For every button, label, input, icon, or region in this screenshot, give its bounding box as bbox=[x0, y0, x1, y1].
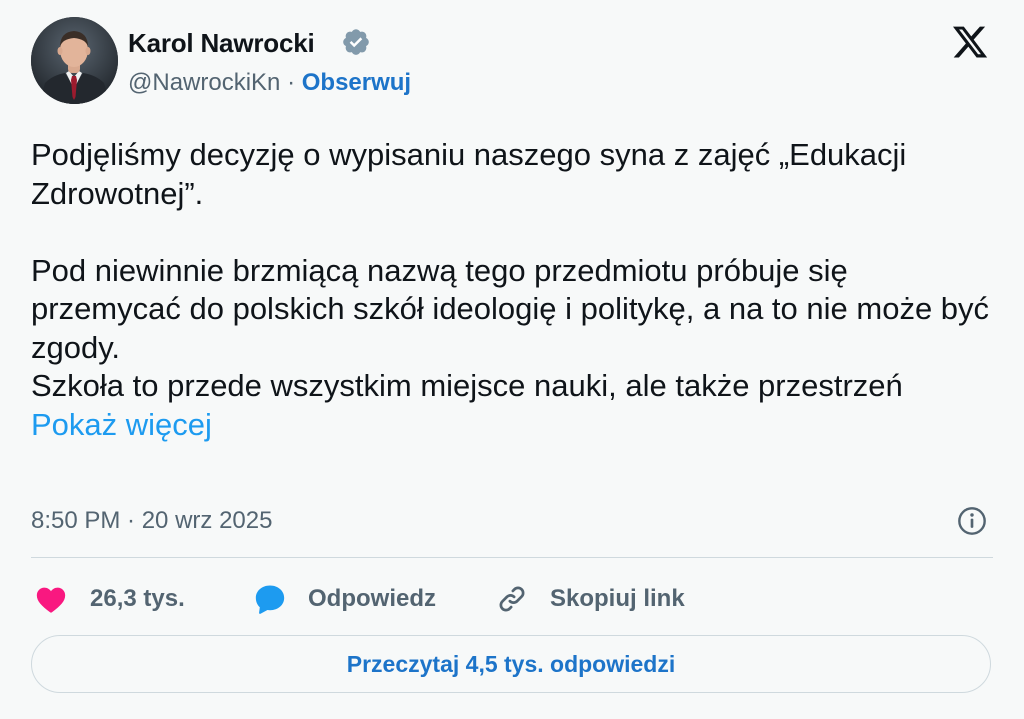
like-button[interactable]: 26,3 tys. bbox=[34, 582, 185, 616]
copy-link-label: Skopiuj link bbox=[550, 585, 685, 612]
heart-icon bbox=[36, 587, 66, 613]
avatar[interactable] bbox=[31, 17, 118, 104]
tweet-embed-card: Karol Nawrocki @NawrockiKn · Obserwuj Po… bbox=[0, 0, 1024, 719]
reply-label: Odpowiedz bbox=[308, 585, 436, 612]
x-logo-icon[interactable] bbox=[950, 23, 990, 61]
tweet-timestamp[interactable]: 8:50 PM · 20 wrz 2025 bbox=[31, 507, 272, 535]
avatar-photo bbox=[31, 17, 118, 104]
author-handle-line: @NawrockiKn · Obserwuj bbox=[128, 69, 411, 97]
verified-badge-icon bbox=[343, 29, 369, 55]
copy-link-button[interactable]: Skopiuj link bbox=[495, 582, 685, 616]
like-count: 26,3 tys. bbox=[90, 585, 185, 612]
handle-separator: · bbox=[280, 69, 302, 96]
speech-bubble-icon bbox=[255, 585, 285, 614]
show-more-link[interactable]: Pokaż więcej bbox=[31, 407, 212, 442]
read-replies-button[interactable]: Przeczytaj 4,5 tys. odpowiedzi bbox=[31, 635, 991, 693]
follow-link[interactable]: Obserwuj bbox=[302, 69, 411, 96]
reply-button[interactable]: Odpowiedz bbox=[253, 582, 436, 616]
info-icon[interactable] bbox=[956, 505, 988, 537]
tweet-paragraph-3-text: Szkoła to przede wszystkim miejsce nauki… bbox=[31, 368, 903, 403]
tweet-text: Podjęliśmy decyzję o wypisaniu naszego s… bbox=[31, 136, 991, 444]
divider bbox=[31, 557, 993, 558]
author-name[interactable]: Karol Nawrocki bbox=[128, 28, 315, 59]
author-handle[interactable]: @NawrockiKn bbox=[128, 69, 280, 96]
tweet-paragraph-2: Pod niewinnie brzmiącą nazwą tego przedm… bbox=[31, 252, 990, 365]
tweet-paragraph-1: Podjęliśmy decyzję o wypisaniu naszego s… bbox=[31, 137, 907, 211]
read-replies-label: Przeczytaj 4,5 tys. odpowiedzi bbox=[346, 650, 676, 677]
tweet-paragraph-3: Szkoła to przede wszystkim miejsce nauki… bbox=[31, 367, 991, 444]
link-icon bbox=[499, 586, 525, 612]
